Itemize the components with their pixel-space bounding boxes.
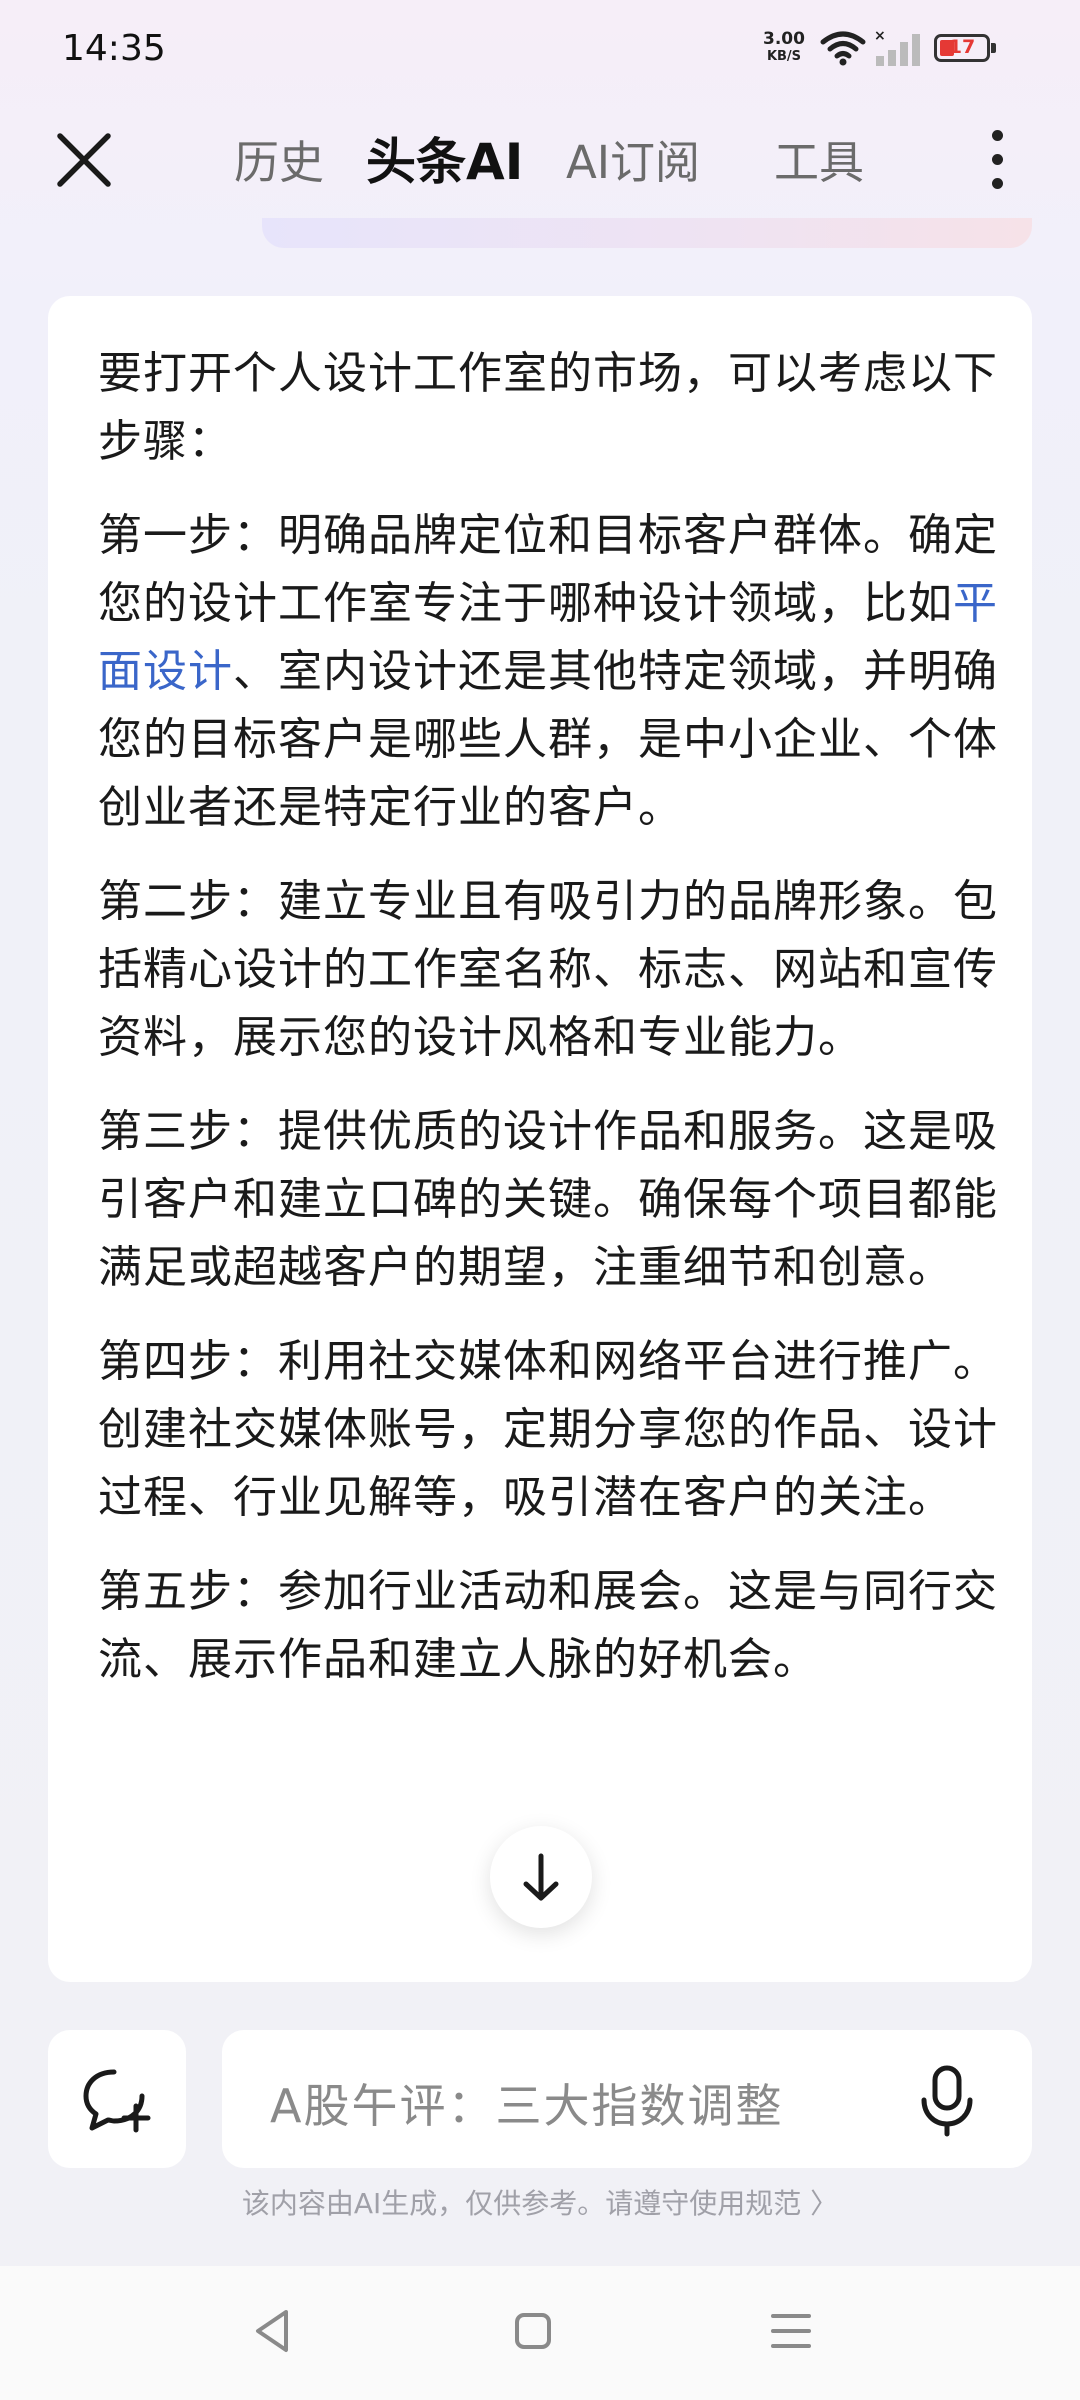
answer-step-4: 第四步：利用社交媒体和网络平台进行推广。创建社交媒体账号，定期分享您的作品、设计… (98, 1336, 998, 1523)
top-navigation: 历史 头条AI AI订阅 工具 (0, 100, 1080, 220)
battery-level: 17 (948, 36, 976, 58)
status-bar: 14:35 3.00 KB/S × 17 (0, 0, 1080, 100)
scroll-down-button[interactable] (490, 1826, 592, 1928)
back-triangle-icon[interactable] (238, 2296, 308, 2366)
wifi-icon (820, 31, 866, 66)
input-placeholder: A股午评：三大指数调整 (270, 2079, 784, 2133)
answer-intro: 要打开个人设计工作室的市场，可以考虑以下步骤： (98, 348, 998, 467)
new-chat-icon (83, 2069, 151, 2133)
answer-step-1: 第一步：明确品牌定位和目标客户群体。确定您的设计工作室专注于哪种设计领域，比如平… (98, 502, 998, 842)
tab-toutiao-ai[interactable]: 头条AI (366, 122, 523, 194)
step-1-text-a: 第一步：明确品牌定位和目标客户群体。确定您的设计工作室专注于哪种设计领域，比如 (98, 510, 998, 629)
cellular-signal-icon: × (874, 28, 920, 66)
arrow-down-icon (523, 1853, 559, 1901)
step-1-text-b: 、室内设计还是其他特定领域，并明确您的目标客户是哪些人群，是中小企业、个体创业者… (98, 646, 998, 833)
new-chat-button[interactable] (48, 2030, 186, 2168)
svg-text:×: × (874, 28, 886, 44)
more-vertical-icon[interactable] (976, 120, 1020, 200)
menu-lines-icon[interactable] (756, 2296, 826, 2366)
answer-step-2: 第二步：建立专业且有吸引力的品牌形象。包括精心设计的工作室名称、标志、网站和宣传… (98, 876, 998, 1063)
status-time: 14:35 (62, 28, 166, 69)
microphone-icon[interactable] (906, 2058, 988, 2140)
ai-answer-card: 要打开个人设计工作室的市场，可以考虑以下步骤： 第一步：明确品牌定位和目标客户群… (48, 296, 1032, 1982)
tab-history[interactable]: 历史 (234, 126, 324, 191)
battery-icon: 17 (934, 34, 996, 62)
network-speed-value: 3.00 (763, 29, 805, 49)
tab-ai-subscribe[interactable]: AI订阅 (566, 126, 700, 191)
close-icon[interactable] (52, 128, 116, 192)
answer-step-3: 第三步：提供优质的设计作品和服务。这是吸引客户和建立口碑的关键。确保每个项目都能… (98, 1106, 998, 1293)
previous-message-edge (262, 218, 1032, 248)
answer-content: 要打开个人设计工作室的市场，可以考虑以下步骤： 第一步：明确品牌定位和目标客户群… (98, 340, 998, 1720)
network-speed: 3.00 KB/S (756, 30, 812, 66)
system-navigation-bar (0, 2266, 1080, 2400)
tab-tools[interactable]: 工具 (774, 126, 864, 191)
ai-disclaimer[interactable]: 该内容由AI生成，仅供参考。请遵守使用规范 〉 (0, 2182, 1080, 2222)
home-square-icon[interactable] (498, 2296, 568, 2366)
network-speed-unit: KB/S (766, 49, 802, 64)
answer-step-5: 第五步：参加行业活动和展会。这是与同行交流、展示作品和建立人脉的好机会。 (98, 1566, 998, 1685)
chat-input[interactable]: A股午评：三大指数调整 (222, 2030, 1032, 2168)
